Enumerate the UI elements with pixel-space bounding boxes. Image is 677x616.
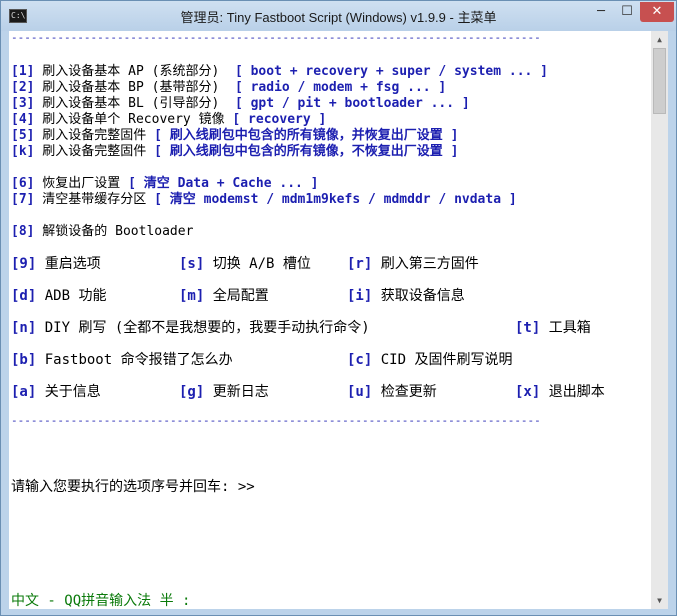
grid-option-label: DIY 刷写 (全都不是我想要的，我要手动执行命令): [36, 320, 370, 336]
separator-top: ----------------------------------------…: [11, 31, 541, 44]
separator-bottom: ----------------------------------------…: [11, 414, 541, 427]
menu-item: [5] 刷入设备完整固件 [ 刷入线刷包中包含的所有镜像，并恢复出厂设置 ]: [11, 128, 458, 144]
menu-item-detail: [ boot + recovery + super / system ... ]: [234, 64, 549, 79]
grid-option-label: 切换 A/B 槽位: [204, 256, 311, 272]
maximize-button[interactable]: ☐: [614, 2, 640, 22]
grid-option-key: [u]: [347, 384, 373, 400]
menu-item-key: [6]: [11, 176, 35, 191]
menu-item-label: 刷入设备完整固件: [34, 128, 155, 143]
grid-option: [b] Fastboot 命令报错了怎么办: [11, 352, 233, 368]
ime-status: 中文 - QQ拼音输入法 半 :: [11, 593, 191, 609]
grid-option: [r] 刷入第三方固件: [347, 256, 479, 272]
grid-option-label: 重启选项: [36, 256, 101, 272]
grid-option-label: 刷入第三方固件: [372, 256, 479, 272]
grid-option-label: 更新日志: [204, 384, 269, 400]
menu-item-detail: [ 刷入线刷包中包含的所有镜像，不恢复出厂设置 ]: [154, 144, 459, 159]
menu-item: [3] 刷入设备基本 BL (引导部分) [ gpt / pit + bootl…: [11, 96, 470, 112]
grid-option-label: 获取设备信息: [372, 288, 465, 304]
grid-option-key: [m]: [179, 288, 205, 304]
menu-item-key: [4]: [11, 112, 35, 127]
menu-item-label: 刷入设备基本 AP (系统部分): [34, 64, 235, 79]
grid-option-key: [t]: [515, 320, 541, 336]
menu-item-detail: [ 清空 Data + Cache ... ]: [128, 176, 319, 191]
console-window: 管理员: Tiny Fastboot Script (Windows) v1.9…: [0, 0, 677, 616]
grid-option-label: Fastboot 命令报错了怎么办: [36, 352, 233, 368]
input-prompt[interactable]: 请输入您要执行的选项序号并回车: >>: [11, 479, 255, 495]
grid-option: [m] 全局配置: [179, 288, 269, 304]
menu-item-key: [5]: [11, 128, 35, 143]
vertical-scrollbar[interactable]: ▲ ▼: [651, 31, 668, 609]
menu-item-label: 刷入设备基本 BP (基带部分): [34, 80, 235, 95]
close-button[interactable]: ✕: [640, 2, 674, 22]
menu-item-detail: [ 清空 modemst / mdm1m9kefs / mdmddr / nvd…: [154, 192, 517, 207]
grid-option: [c] CID 及固件刷写说明: [347, 352, 512, 368]
grid-option-key: [i]: [347, 288, 373, 304]
grid-option-label: ADB 功能: [36, 288, 107, 304]
grid-option-key: [x]: [515, 384, 541, 400]
grid-option: [u] 检查更新: [347, 384, 437, 400]
grid-option-key: [b]: [11, 352, 37, 368]
grid-option-key: [9]: [11, 256, 37, 272]
title-bar[interactable]: 管理员: Tiny Fastboot Script (Windows) v1.9…: [1, 1, 676, 31]
scroll-thumb[interactable]: [653, 48, 666, 114]
grid-option-key: [d]: [11, 288, 37, 304]
grid-option-key: [c]: [347, 352, 373, 368]
grid-option-key: [a]: [11, 384, 37, 400]
menu-item-detail: [ 刷入线刷包中包含的所有镜像，并恢复出厂设置 ]: [154, 128, 459, 143]
menu-item: [6] 恢复出厂设置 [ 清空 Data + Cache ... ]: [11, 176, 319, 192]
menu-item: [7] 清空基带缓存分区 [ 清空 modemst / mdm1m9kefs /…: [11, 192, 517, 208]
grid-option: [a] 关于信息: [11, 384, 101, 400]
window-title: 管理员: Tiny Fastboot Script (Windows) v1.9…: [180, 10, 497, 25]
grid-option-label: 工具箱: [540, 320, 591, 336]
menu-item-detail: [ radio / modem + fsg ... ]: [234, 80, 447, 95]
menu-item-key: [1]: [11, 64, 35, 79]
grid-option: [g] 更新日志: [179, 384, 269, 400]
grid-option-key: [g]: [179, 384, 205, 400]
menu-item: [4] 刷入设备单个 Recovery 镜像 [ recovery ]: [11, 112, 326, 128]
menu-item-label: 刷入设备基本 BL (引导部分): [34, 96, 235, 111]
menu-item: [1] 刷入设备基本 AP (系统部分) [ boot + recovery +…: [11, 64, 548, 80]
menu-item-label: 恢复出厂设置: [34, 176, 129, 191]
menu-item: [k] 刷入设备完整固件 [ 刷入线刷包中包含的所有镜像，不恢复出厂设置 ]: [11, 144, 458, 160]
menu-item-detail: [ recovery ]: [232, 112, 327, 127]
menu-item-key: [7]: [11, 192, 35, 207]
grid-option-label: 关于信息: [36, 384, 101, 400]
menu-item-key: [2]: [11, 80, 35, 95]
console-output[interactable]: ----------------------------------------…: [9, 31, 651, 609]
menu-item-label: 解锁设备的 Bootloader: [34, 224, 194, 239]
menu-item-label: 刷入设备单个 Recovery 镜像: [34, 112, 233, 127]
grid-option: [t] 工具箱: [515, 320, 591, 336]
menu-item-label: 刷入设备完整固件: [34, 144, 155, 159]
menu-item-key: [3]: [11, 96, 35, 111]
grid-option-label: 退出脚本: [540, 384, 605, 400]
grid-option: [s] 切换 A/B 槽位: [179, 256, 311, 272]
scroll-up-icon[interactable]: ▲: [651, 31, 668, 48]
grid-option-label: 全局配置: [204, 288, 269, 304]
grid-option: [x] 退出脚本: [515, 384, 605, 400]
grid-option-key: [n]: [11, 320, 37, 336]
grid-option: [i] 获取设备信息: [347, 288, 465, 304]
menu-item-detail: [ gpt / pit + bootloader ... ]: [234, 96, 470, 111]
grid-option-key: [s]: [179, 256, 205, 272]
grid-option: [n] DIY 刷写 (全都不是我想要的，我要手动执行命令): [11, 320, 370, 336]
menu-item-label: 清空基带缓存分区: [34, 192, 155, 207]
menu-item-key: [8]: [11, 224, 35, 239]
grid-option-label: 检查更新: [372, 384, 437, 400]
grid-option-key: [r]: [347, 256, 373, 272]
menu-item: [2] 刷入设备基本 BP (基带部分) [ radio / modem + f…: [11, 80, 446, 96]
grid-option: [d] ADB 功能: [11, 288, 106, 304]
minimize-button[interactable]: ─: [588, 2, 614, 22]
scroll-down-icon[interactable]: ▼: [651, 592, 668, 609]
grid-option: [9] 重启选项: [11, 256, 101, 272]
menu-item-key: [k]: [11, 144, 35, 159]
grid-option-label: CID 及固件刷写说明: [372, 352, 513, 368]
menu-item: [8] 解锁设备的 Bootloader: [11, 224, 193, 240]
